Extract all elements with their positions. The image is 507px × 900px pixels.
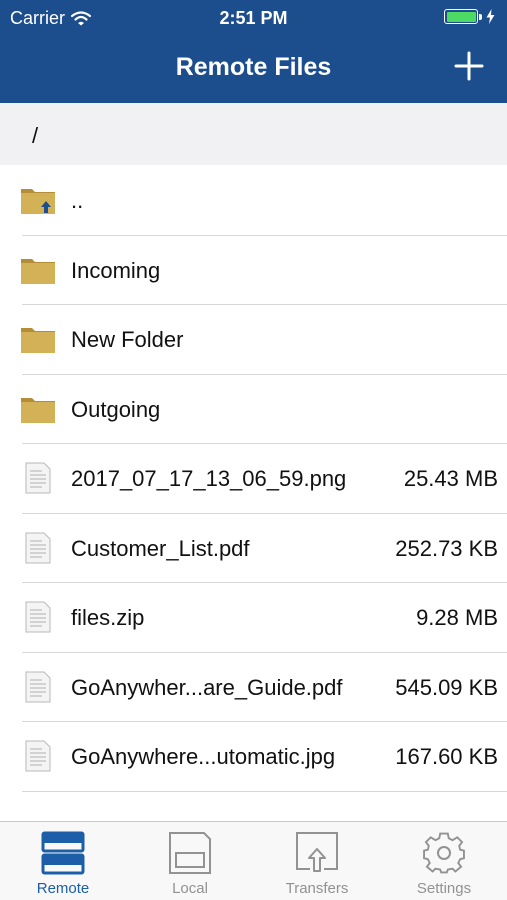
file-icon [25, 462, 51, 494]
file-list: .. Incoming New Folder Outgoing 2017_07_… [0, 166, 507, 792]
file-name: .. [71, 188, 84, 213]
plus-icon [454, 51, 484, 81]
file-icon [25, 740, 51, 772]
file-name: Customer_List.pdf [71, 535, 250, 561]
file-size: 545.09 KB [395, 674, 498, 700]
tab-label: Settings [416, 880, 472, 897]
file-name: Incoming [71, 257, 161, 283]
file-name: GoAnywhere...utomatic.jpg [71, 744, 336, 769]
list-item-parent-folder[interactable]: .. [0, 166, 507, 236]
file-name: New Folder [71, 327, 184, 352]
file-size: 25.43 MB [403, 466, 498, 491]
folder-icon [21, 328, 55, 353]
list-item-file[interactable]: files.zip 9.28 MB [0, 583, 507, 653]
status-bar: Carrier 2:51 PM [0, 0, 507, 36]
battery-icon [444, 9, 478, 24]
folder-icon [21, 397, 55, 423]
file-icon [25, 671, 51, 702]
file-name: 2017_07_17_13_06_59.png [71, 466, 347, 491]
page-title: Remote Files [175, 53, 332, 81]
list-item-folder[interactable]: New Folder [0, 305, 507, 375]
list-item-folder[interactable]: Incoming [0, 236, 507, 305]
file-name: files.zip [71, 605, 145, 630]
tab-label: Remote [36, 880, 90, 897]
tab-local[interactable]: Local [127, 822, 253, 900]
server-icon [41, 831, 85, 875]
list-item-file[interactable]: GoAnywhere...utomatic.jpg 167.60 KB [0, 722, 507, 792]
status-time: 2:51 PM [219, 8, 288, 28]
folder-icon [21, 258, 55, 284]
tab-settings[interactable]: Settings [381, 822, 507, 900]
tab-remote[interactable]: Remote [0, 822, 126, 900]
file-size: 167.60 KB [395, 744, 498, 769]
list-item-file[interactable]: 2017_07_17_13_06_59.png 25.43 MB [0, 444, 507, 514]
device-icon [169, 832, 211, 874]
file-icon [25, 601, 51, 633]
nav-header: Carrier 2:51 PM Remote Files [0, 0, 507, 103]
folder-up-icon [21, 189, 55, 214]
current-path-bar: / [0, 103, 507, 165]
upload-icon [296, 832, 338, 872]
file-name: Outgoing [71, 396, 161, 422]
list-item-file[interactable]: Customer_List.pdf 252.73 KB [0, 514, 507, 583]
gear-icon [423, 832, 465, 874]
file-icon [25, 532, 51, 563]
list-item-file[interactable]: GoAnywher...are_Guide.pdf 545.09 KB [0, 653, 507, 722]
tab-bar: Remote Local Transfers Settings [0, 821, 507, 900]
add-button[interactable] [453, 50, 485, 82]
file-size: 9.28 MB [416, 605, 498, 630]
charging-bolt-icon [486, 9, 495, 24]
tab-label: Transfers [285, 880, 349, 897]
list-item-folder[interactable]: Outgoing [0, 375, 507, 444]
file-size: 252.73 KB [395, 535, 498, 561]
tab-transfers[interactable]: Transfers [254, 822, 380, 900]
tab-label: Local [172, 880, 208, 897]
battery-indicator [444, 9, 495, 24]
file-name: GoAnywher...are_Guide.pdf [71, 674, 343, 700]
current-path: / [32, 123, 39, 148]
